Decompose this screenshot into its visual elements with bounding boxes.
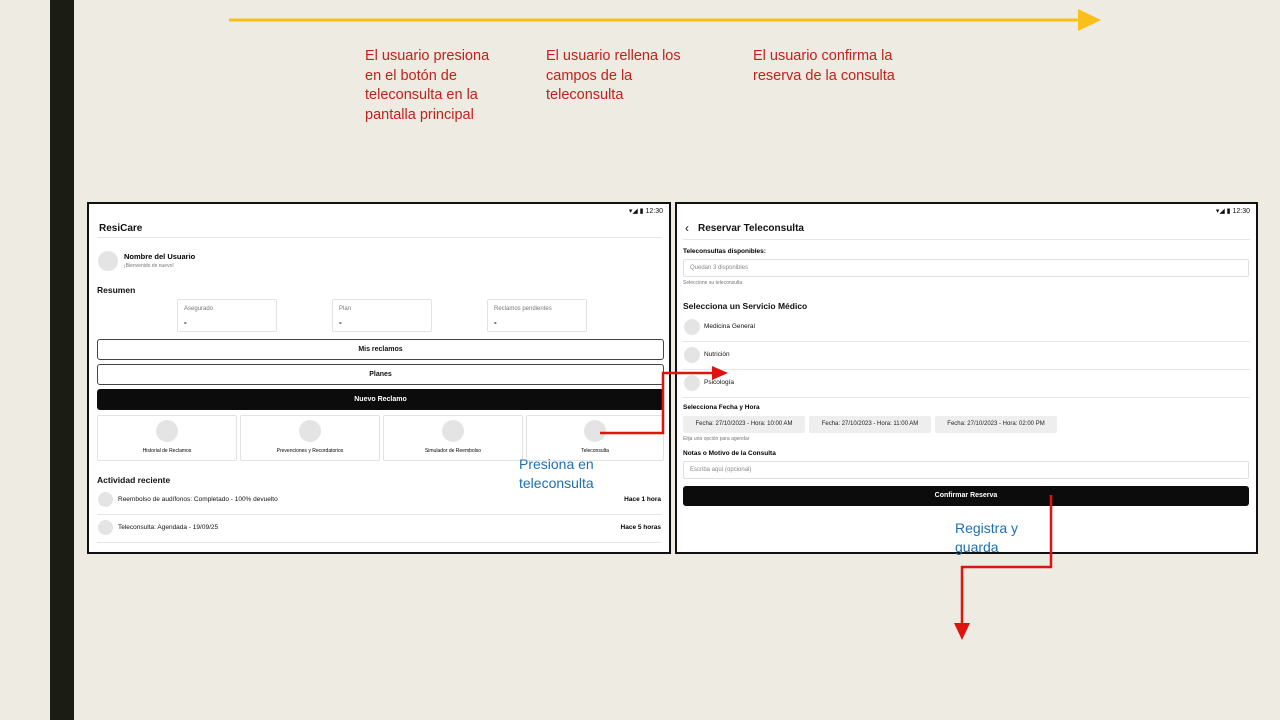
note-registra-guarda: Registra y guarda — [955, 520, 1019, 555]
flow-arrows — [600, 366, 1053, 640]
note-press-teleconsulta: Presiona en teleconsulta — [519, 456, 594, 491]
